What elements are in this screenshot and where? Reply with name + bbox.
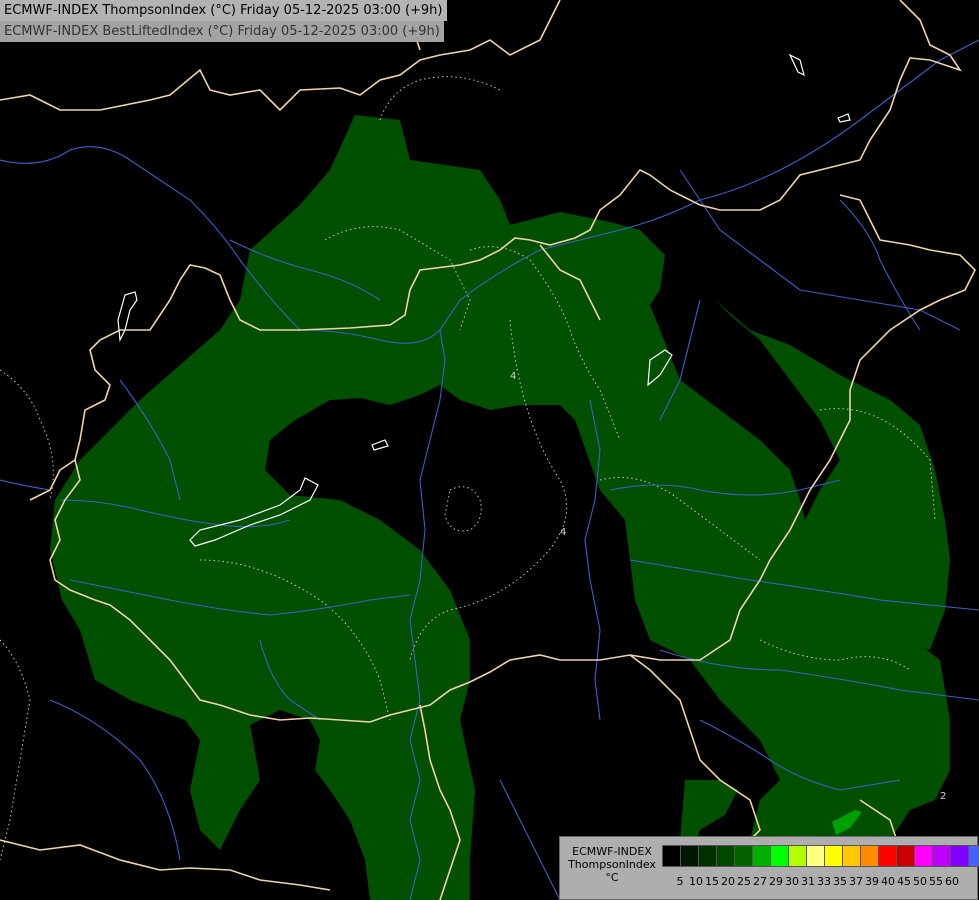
legend-tick-label: 60 bbox=[945, 875, 959, 888]
legend-title-line: °C bbox=[605, 871, 619, 884]
legend-swatch bbox=[698, 845, 717, 867]
legend-swatch bbox=[770, 845, 789, 867]
map-title-thompson: ECMWF-INDEX ThompsonIndex (°C) Friday 05… bbox=[0, 0, 447, 21]
legend-swatch bbox=[950, 845, 969, 867]
contour-label: 4 bbox=[510, 371, 516, 382]
legend-swatch bbox=[878, 845, 897, 867]
legend-title: ECMWF-INDEX ThompsonIndex °C bbox=[564, 845, 660, 884]
legend-swatch bbox=[896, 845, 915, 867]
legend-swatch bbox=[914, 845, 933, 867]
legend-swatch bbox=[716, 845, 735, 867]
map-title-lifted: ECMWF-INDEX BestLiftedIndex (°C) Friday … bbox=[0, 21, 444, 42]
legend-title-line: ECMWF-INDEX bbox=[572, 845, 652, 858]
legend-swatch bbox=[968, 845, 979, 867]
legend-title-line: ThompsonIndex bbox=[568, 858, 656, 871]
weather-map: 4 4 2 bbox=[0, 0, 979, 900]
legend-swatch bbox=[842, 845, 861, 867]
legend-swatches bbox=[662, 845, 979, 867]
legend-swatch bbox=[788, 845, 807, 867]
contour-label: 2 bbox=[940, 791, 946, 802]
color-legend: ECMWF-INDEX ThompsonIndex °C 5 10 15 20 25 27… bbox=[559, 836, 979, 900]
legend-swatch bbox=[932, 845, 951, 867]
legend-swatch bbox=[662, 845, 681, 867]
legend-swatch bbox=[824, 845, 843, 867]
legend-swatch bbox=[806, 845, 825, 867]
legend-swatch bbox=[860, 845, 879, 867]
contour-label: 4 bbox=[560, 527, 566, 538]
legend-swatch bbox=[680, 845, 699, 867]
legend-swatch bbox=[752, 845, 771, 867]
legend-swatch bbox=[734, 845, 753, 867]
